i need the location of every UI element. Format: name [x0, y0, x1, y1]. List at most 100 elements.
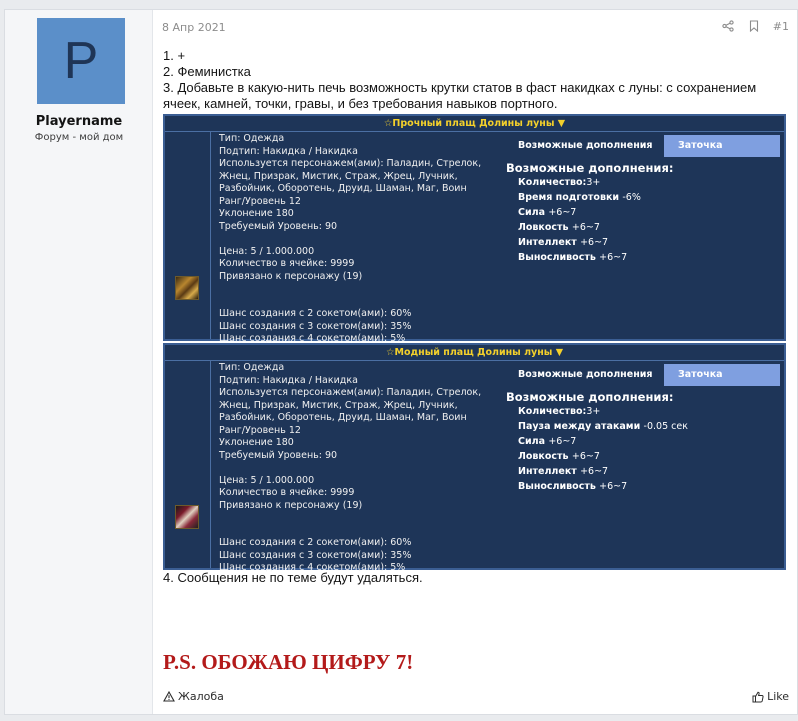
- bonus-row: Пауза между атаками -0.05 сек: [518, 419, 688, 434]
- warning-icon: [163, 691, 175, 702]
- report-label: Жалоба: [178, 690, 224, 703]
- item-description: Тип: Одежда Подтип: Накидка / Накидка Испо…: [211, 361, 506, 573]
- tab-refine[interactable]: Заточка: [664, 135, 780, 157]
- username[interactable]: Playername: [5, 114, 153, 129]
- item-card: ☆Прочный плащ Долины луны ▼ Тип: Одежда По…: [163, 114, 786, 344]
- bonus-value: +6~7: [580, 237, 609, 248]
- bonus-label: Интеллект: [518, 237, 581, 248]
- item-body: Тип: Одежда Подтип: Накидка / Накидка Испо…: [165, 132, 784, 344]
- item-desc-line: Шанс создания с 2 сокетом(ами): 60%: [219, 537, 412, 548]
- item-desc-line: Привязано к персонажу (19): [219, 270, 363, 282]
- user-title: Форум - мой дом: [34, 132, 124, 143]
- desc-spacer: [219, 525, 498, 538]
- cloak-icon: [175, 276, 199, 300]
- share-icon[interactable]: [721, 19, 735, 33]
- thumbs-up-icon: [752, 691, 764, 702]
- bookmark-icon[interactable]: [747, 19, 761, 33]
- bonus-row: Сила +6~7: [518, 434, 688, 449]
- item-desc-line: Уклонение 180: [219, 437, 294, 448]
- item-bonus-panel: Возможные дополнения Заточка Возможные доп…: [506, 361, 784, 568]
- desc-spacer: [219, 462, 498, 475]
- item-description: Тип: Одежда Подтип: Накидка / Накидка Испо…: [211, 132, 506, 344]
- item-desc-line: Цена: 5 / 1.000.000: [219, 474, 315, 486]
- item-tabs: Возможные дополнения Заточка: [512, 364, 780, 386]
- item-desc-line: Количество в ячейке: 9999: [219, 258, 355, 269]
- bonus-value: +6~7: [548, 207, 577, 218]
- like-label: Like: [767, 690, 789, 703]
- bonus-value: 3+: [586, 406, 601, 417]
- item-desc-line: Шанс создания с 2 сокетом(ами): 60%: [219, 308, 412, 319]
- bonus-label: Выносливость: [518, 481, 600, 492]
- post-line-3: 3. Добавьте в какую-нить печь возможност…: [163, 80, 757, 111]
- post-line-2: 2. Феминистка: [163, 64, 251, 79]
- item-desc-line: Уклонение 180: [219, 208, 294, 219]
- item-desc-line: Жнец, Призрак, Мистик, Страж, Жрец, Лучн…: [219, 170, 458, 182]
- report-button[interactable]: Жалоба: [163, 690, 224, 703]
- bonus-label: Пауза между атаками: [518, 421, 644, 432]
- bonus-value: +6~7: [599, 252, 628, 263]
- item-title[interactable]: ☆Модный плащ Долины луны ▼: [165, 345, 784, 361]
- desc-spacer: [219, 512, 498, 525]
- bonus-label: Сила: [518, 436, 549, 447]
- bonus-row: Время подготовки -6%: [518, 190, 641, 205]
- bonus-label: Выносливость: [518, 252, 600, 263]
- bonus-label: Сила: [518, 207, 549, 218]
- item-list: ☆Прочный плащ Долины луны ▼ Тип: Одежда По…: [163, 114, 787, 573]
- item-desc-line: Ранг/Уровень 12: [219, 195, 301, 207]
- post-actions: #1: [721, 19, 789, 33]
- bonus-title: Возможные дополнения:: [506, 161, 674, 175]
- forum-post: P Playername Форум - мой дом 8 Апр 2021 …: [4, 9, 798, 715]
- bonus-title: Возможные дополнения:: [506, 390, 674, 404]
- bonus-row: Сила +6~7: [518, 205, 641, 220]
- bonus-row: Интеллект +6~7: [518, 464, 688, 479]
- bonus-value: +6~7: [571, 451, 600, 462]
- bonus-value: +6~7: [580, 466, 609, 477]
- bonus-row: Выносливость +6~7: [518, 250, 641, 265]
- item-desc-line: Требуемый Уровень: 90: [219, 220, 338, 232]
- item-desc-line: Тип: Одежда: [219, 362, 285, 373]
- bonus-label: Количество:: [518, 177, 587, 188]
- bonus-row: Ловкость +6~7: [518, 449, 688, 464]
- like-button[interactable]: Like: [752, 690, 789, 703]
- avatar[interactable]: P: [37, 18, 125, 104]
- post-line-1: 1. +: [163, 48, 186, 63]
- bonus-label: Ловкость: [518, 222, 572, 233]
- tab-refine[interactable]: Заточка: [664, 364, 780, 386]
- item-desc-line: Шанс создания с 4 сокетом(ами): 5%: [219, 333, 406, 344]
- item-desc-line: Разбойник, Оборотень, Друид, Шаман, Маг,…: [219, 183, 467, 194]
- tab-bonuses[interactable]: Возможные дополнения: [512, 364, 664, 386]
- item-tabs: Возможные дополнения Заточка: [512, 135, 780, 157]
- bonus-list: Количество:3+ Время подготовки -6% Сила +6…: [518, 175, 641, 265]
- item-desc-line: Шанс создания с 3 сокетом(ами): 35%: [219, 320, 412, 332]
- bonus-label: Интеллект: [518, 466, 581, 477]
- item-desc-line: Разбойник, Оборотень, Друид, Шаман, Маг,…: [219, 412, 467, 423]
- item-icon-cell: [165, 132, 211, 339]
- item-desc-line: Используется персонажем(ами): Паладин, С…: [219, 158, 482, 169]
- item-icon-cell: [165, 361, 211, 568]
- tab-bonuses[interactable]: Возможные дополнения: [512, 135, 664, 157]
- post-content: 1. + 2. Феминистка 3. Добавьте в какую-н…: [163, 48, 787, 586]
- bonus-list: Количество:3+ Пауза между атаками -0.05 с…: [518, 404, 688, 494]
- post-ps: P.S. ОБОЖАЮ ЦИФРУ 7!: [163, 650, 414, 674]
- post-date[interactable]: 8 Апр 2021: [162, 21, 226, 34]
- item-title[interactable]: ☆Прочный плащ Долины луны ▼: [165, 116, 784, 132]
- post-number[interactable]: #1: [773, 20, 789, 33]
- cloak-icon: [175, 505, 199, 529]
- item-desc-line: Количество в ячейке: 9999: [219, 487, 355, 498]
- item-bonus-panel: Возможные дополнения Заточка Возможные доп…: [506, 132, 784, 339]
- bonus-value: -6%: [622, 192, 641, 203]
- desc-spacer: [219, 283, 498, 296]
- item-desc-line: Жнец, Призрак, Мистик, Страж, Жрец, Лучн…: [219, 399, 458, 411]
- item-card: ☆Модный плащ Долины луны ▼ Тип: Одежда Под…: [163, 343, 786, 573]
- bonus-value: +6~7: [571, 222, 600, 233]
- desc-spacer: [219, 233, 498, 246]
- item-desc-line: Тип: Одежда: [219, 133, 285, 144]
- bonus-label: Ловкость: [518, 451, 572, 462]
- bonus-row: Количество:3+: [518, 404, 688, 419]
- item-desc-line: Привязано к персонажу (19): [219, 499, 363, 511]
- bonus-value: +6~7: [548, 436, 577, 447]
- item-desc-line: Шанс создания с 3 сокетом(ами): 35%: [219, 549, 412, 561]
- bonus-value: 3+: [586, 177, 601, 188]
- bonus-row: Выносливость +6~7: [518, 479, 688, 494]
- bonus-row: Ловкость +6~7: [518, 220, 641, 235]
